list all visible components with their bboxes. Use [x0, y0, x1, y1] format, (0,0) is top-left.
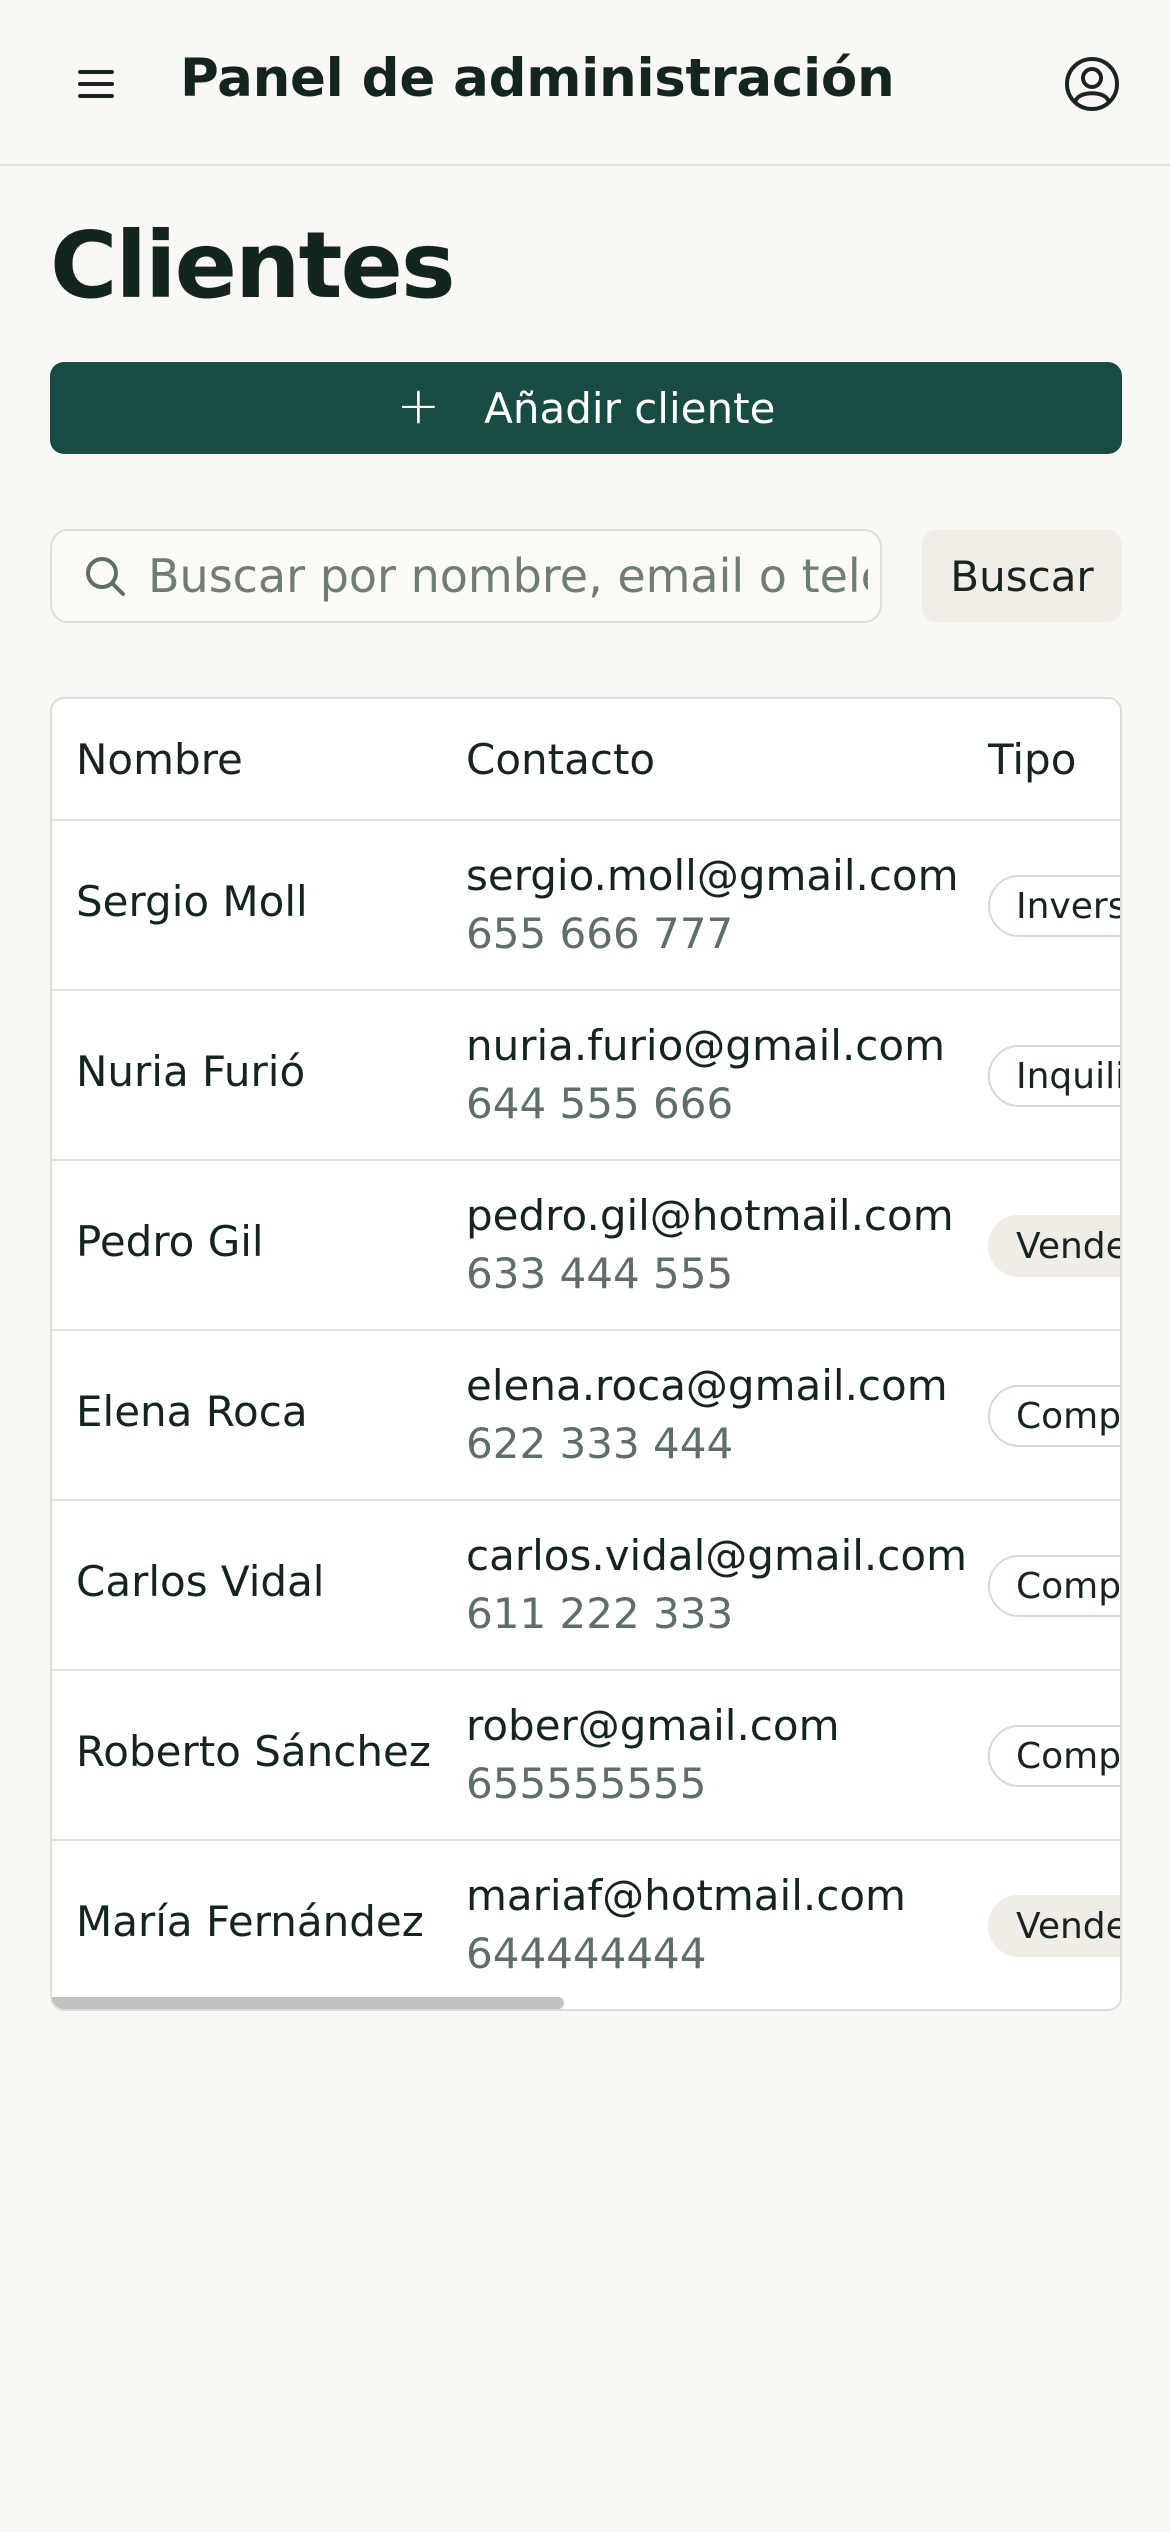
header-title: Panel de administración [180, 48, 895, 109]
client-name: Nuria Furió [76, 1047, 306, 1096]
client-phone[interactable]: 611 222 333 [466, 1589, 733, 1638]
plus-icon: + [396, 376, 441, 436]
client-email[interactable]: nuria.furio@gmail.com [466, 1021, 945, 1070]
table-row[interactable]: María Fernández mariaf@hotmail.com 64444… [52, 1841, 1120, 2009]
client-type-badge: Comprador [988, 1725, 1120, 1787]
client-name: María Fernández [76, 1897, 424, 1946]
table-row[interactable]: Sergio Moll sergio.moll@gmail.com 655 66… [52, 821, 1120, 991]
client-phone[interactable]: 655555555 [466, 1759, 707, 1808]
client-email[interactable]: sergio.moll@gmail.com [466, 851, 959, 900]
search-input[interactable] [148, 545, 868, 607]
scrollbar-thumb[interactable] [52, 1997, 564, 2009]
client-phone[interactable]: 633 444 555 [466, 1249, 733, 1298]
user-circle-icon[interactable] [1062, 54, 1122, 114]
client-phone[interactable]: 644444444 [466, 1929, 707, 1978]
client-email[interactable]: rober@gmail.com [466, 1701, 840, 1750]
search-button[interactable]: Buscar [922, 530, 1122, 622]
client-type-badge: Comprador [988, 1555, 1120, 1617]
client-name: Pedro Gil [76, 1217, 264, 1266]
client-type-badge: Vendedor [988, 1215, 1120, 1277]
client-name: Sergio Moll [76, 877, 308, 926]
horizontal-scrollbar[interactable] [52, 1997, 1120, 2009]
clients-table: Nombre Contacto Tipo Sergio Moll sergio.… [50, 697, 1122, 2011]
column-header-name[interactable]: Nombre [76, 735, 243, 784]
table-header: Nombre Contacto Tipo [52, 699, 1120, 821]
page-title: Clientes [50, 212, 456, 319]
client-phone[interactable]: 622 333 444 [466, 1419, 733, 1468]
table-row[interactable]: Roberto Sánchez rober@gmail.com 65555555… [52, 1671, 1120, 1841]
table-row[interactable]: Elena Roca elena.roca@gmail.com 622 333 … [52, 1331, 1120, 1501]
search-field[interactable] [50, 529, 882, 623]
client-type-badge: Inversor [988, 875, 1120, 937]
add-client-label: Añadir cliente [484, 383, 776, 433]
column-header-type[interactable]: Tipo [988, 735, 1076, 784]
client-type-badge: Comprador [988, 1385, 1120, 1447]
search-icon [86, 557, 125, 596]
menu-icon[interactable] [66, 54, 126, 114]
client-type-badge: Vendedor [988, 1895, 1120, 1957]
client-email[interactable]: pedro.gil@hotmail.com [466, 1191, 954, 1240]
table-row[interactable]: Nuria Furió nuria.furio@gmail.com 644 55… [52, 991, 1120, 1161]
client-name: Roberto Sánchez [76, 1727, 431, 1776]
client-phone[interactable]: 644 555 666 [466, 1079, 733, 1128]
client-email[interactable]: elena.roca@gmail.com [466, 1361, 948, 1410]
column-header-contact[interactable]: Contacto [466, 735, 655, 784]
client-type-badge: Inquilino [988, 1045, 1120, 1107]
client-phone[interactable]: 655 666 777 [466, 909, 733, 958]
add-client-button[interactable]: + Añadir cliente [50, 362, 1122, 454]
client-name: Elena Roca [76, 1387, 308, 1436]
client-email[interactable]: carlos.vidal@gmail.com [466, 1531, 967, 1580]
client-email[interactable]: mariaf@hotmail.com [466, 1871, 906, 1920]
table-row[interactable]: Carlos Vidal carlos.vidal@gmail.com 611 … [52, 1501, 1120, 1671]
table-row[interactable]: Pedro Gil pedro.gil@hotmail.com 633 444 … [52, 1161, 1120, 1331]
app-header: Panel de administración [0, 0, 1170, 166]
client-name: Carlos Vidal [76, 1557, 325, 1606]
